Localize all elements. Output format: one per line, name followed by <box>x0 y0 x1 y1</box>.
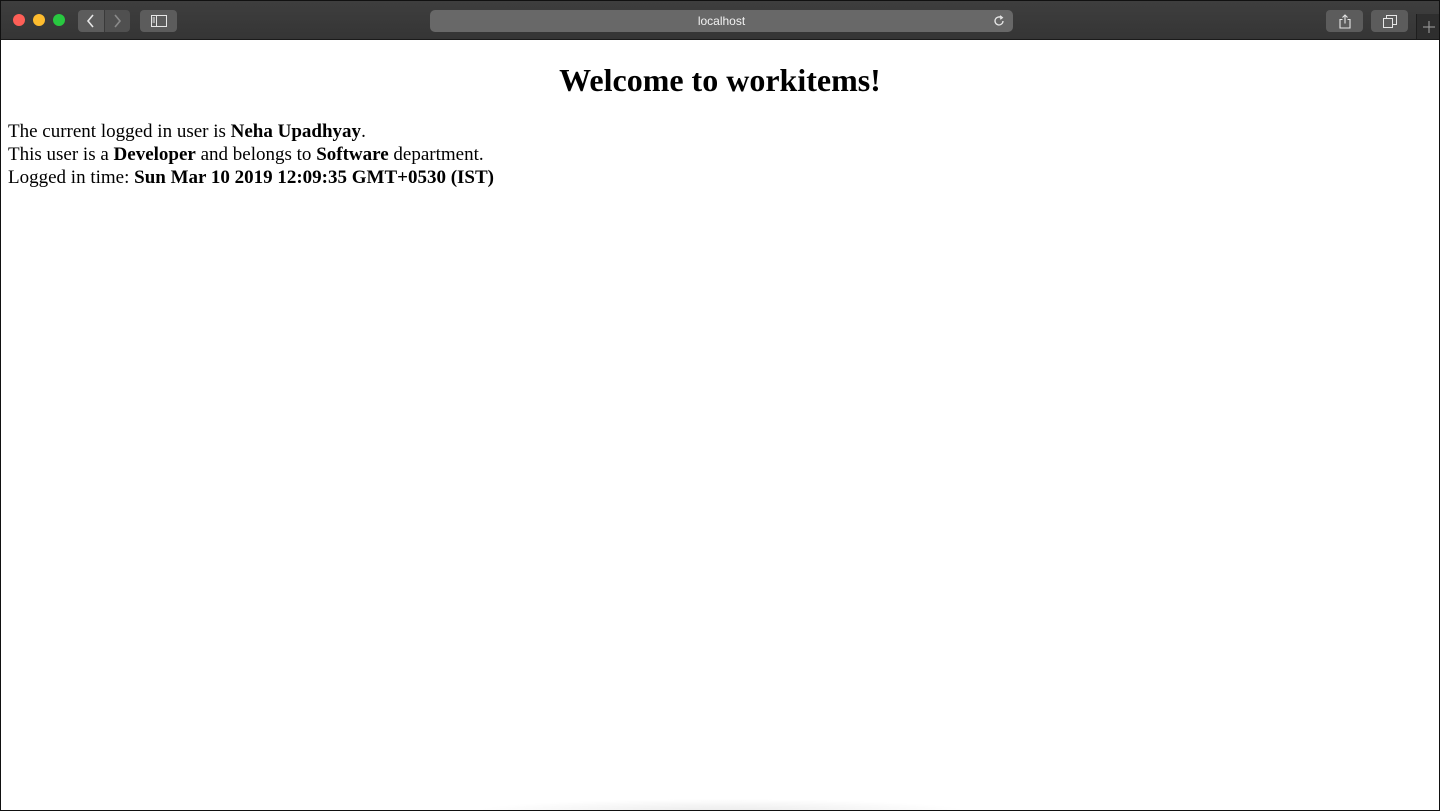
forward-button[interactable] <box>103 10 130 32</box>
browser-toolbar: localhost <box>1 1 1439 40</box>
chevron-left-icon <box>86 14 94 28</box>
login-time-line: Logged in time: Sun Mar 10 2019 12:09:35… <box>8 166 494 189</box>
address-text: localhost <box>697 14 746 28</box>
role-line-suffix: department. <box>388 144 484 165</box>
sidebar-icon <box>150 15 167 27</box>
reload-icon <box>994 15 1004 26</box>
plus-icon <box>1422 20 1435 33</box>
role-line-middle: and belongs to <box>195 144 317 165</box>
navigation-buttons <box>78 10 130 32</box>
login-time: Sun Mar 10 2019 12:09:35 GMT+0530 (IST) <box>134 167 495 188</box>
user-role: Developer <box>113 144 196 165</box>
page-content: Welcome to workitems! The current logged… <box>1 40 1439 810</box>
user-line-prefix: The current logged in user is <box>8 121 231 142</box>
user-line-suffix: . <box>361 121 366 142</box>
bottom-shadow <box>471 799 971 810</box>
user-info: The current logged in user is Neha Upadh… <box>8 120 494 189</box>
new-tab-button[interactable] <box>1416 14 1439 39</box>
page-title: Welcome to workitems! <box>559 62 881 98</box>
tab-overview-button[interactable] <box>1371 10 1408 32</box>
tabs-overview-icon <box>1382 14 1397 28</box>
share-button[interactable] <box>1326 10 1363 32</box>
back-button[interactable] <box>78 10 104 32</box>
reload-button[interactable] <box>991 13 1007 29</box>
browser-window: localhost Welcome to workitems! The curr… <box>0 0 1440 811</box>
logged-in-user-line: The current logged in user is Neha Upadh… <box>8 120 494 143</box>
user-department: Software <box>316 144 389 165</box>
minimize-window-button[interactable] <box>33 14 45 26</box>
chevron-right-icon <box>114 14 122 28</box>
share-icon <box>1338 13 1351 29</box>
maximize-window-button[interactable] <box>53 14 65 26</box>
sidebar-toggle-button[interactable] <box>140 10 177 32</box>
role-department-line: This user is a Developer and belongs to … <box>8 143 494 166</box>
time-line-prefix: Logged in time: <box>8 167 135 188</box>
close-window-button[interactable] <box>13 14 25 26</box>
role-line-prefix: This user is a <box>8 144 114 165</box>
address-bar[interactable]: localhost <box>430 10 1013 32</box>
user-name: Neha Upadhyay <box>230 121 362 142</box>
